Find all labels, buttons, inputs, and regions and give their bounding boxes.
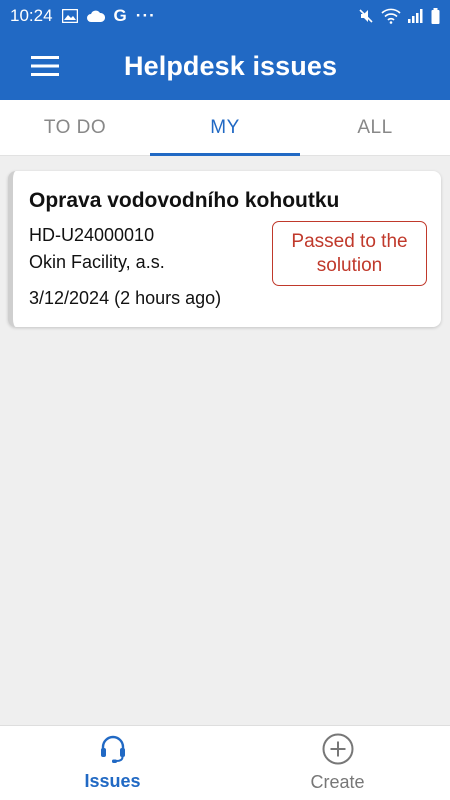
nav-issues[interactable]: Issues [0, 726, 225, 800]
cloud-icon [86, 10, 105, 22]
issue-list: Oprava vodovodního kohoutku HD-U24000010… [0, 157, 450, 725]
plus-circle-icon [322, 733, 353, 765]
status-badge: Passed to the solution [272, 221, 427, 286]
image-icon [61, 9, 78, 23]
wifi-icon [381, 8, 401, 24]
page-title: Helpdesk issues [124, 50, 338, 81]
tab-todo[interactable]: TO DO [0, 100, 150, 155]
app-bar: Helpdesk issues [0, 32, 450, 100]
tab-all[interactable]: ALL [300, 100, 450, 155]
status-left: 10:24 G ··· [10, 6, 156, 26]
hamburger-menu-icon [31, 56, 59, 76]
google-icon: G [113, 6, 127, 25]
more-dots-icon: ··· [135, 6, 156, 25]
issue-card[interactable]: Oprava vodovodního kohoutku HD-U24000010… [8, 171, 441, 327]
issue-date: 3/12/2024 (2 hours ago) [29, 288, 222, 308]
tab-bar: TO DO MY ALL [0, 100, 450, 156]
issue-company: Okin Facility, a.s. [29, 252, 165, 272]
headset-icon [100, 735, 125, 763]
status-bar: 10:24 G ··· [0, 0, 450, 32]
status-time: 10:24 [10, 6, 53, 25]
mute-icon [358, 8, 374, 24]
tab-my[interactable]: MY [150, 100, 300, 156]
issue-id: HD-U24000010 [29, 225, 155, 245]
nav-issues-label: Issues [84, 771, 141, 791]
bottom-nav: Issues Create [0, 725, 450, 800]
nav-create[interactable]: Create [225, 726, 450, 800]
status-right [358, 8, 440, 24]
menu-button[interactable] [0, 32, 90, 100]
signal-icon [408, 9, 424, 23]
battery-icon [431, 8, 440, 24]
nav-create-label: Create [310, 772, 365, 792]
status-badge-label: Passed to the solution [291, 230, 408, 276]
issue-title: Oprava vodovodního kohoutku [29, 189, 340, 212]
